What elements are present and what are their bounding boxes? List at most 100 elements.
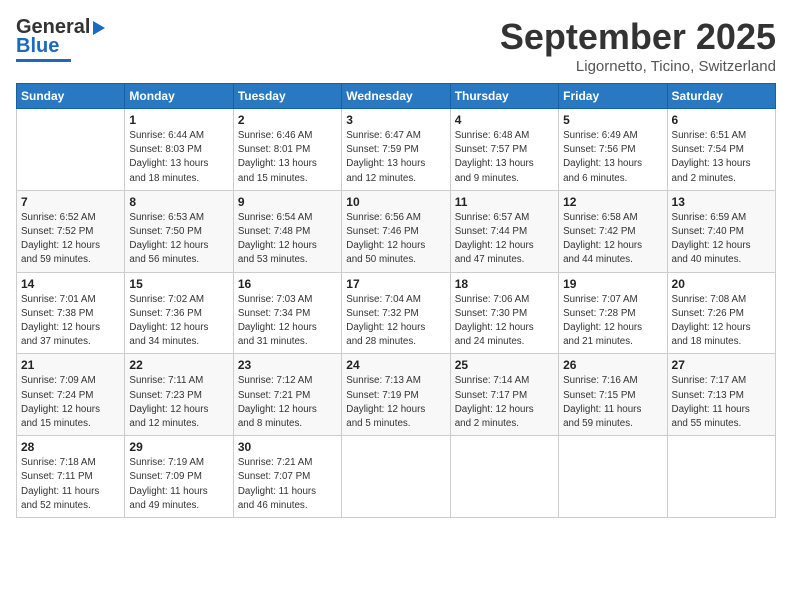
weekday-header-tuesday: Tuesday [233,84,341,109]
day-number: 27 [672,358,771,372]
calendar-cell: 18 Sunrise: 7:06 AM Sunset: 7:30 PM Dayli… [450,272,558,354]
weekday-header-monday: Monday [125,84,233,109]
day-info: Sunrise: 6:47 AM Sunset: 7:59 PM Dayligh… [346,129,445,186]
day-number: 6 [672,113,771,127]
calendar-cell [667,436,775,518]
calendar-cell: 7 Sunrise: 6:52 AM Sunset: 7:52 PM Daylig… [17,190,125,272]
day-number: 7 [21,195,120,209]
day-number: 23 [238,358,337,372]
day-number: 8 [129,195,228,209]
day-number: 21 [21,358,120,372]
day-info: Sunrise: 7:17 AM Sunset: 7:13 PM Dayligh… [672,374,771,431]
day-info: Sunrise: 6:58 AM Sunset: 7:42 PM Dayligh… [563,211,662,268]
day-info: Sunrise: 7:14 AM Sunset: 7:17 PM Dayligh… [455,374,554,431]
day-number: 30 [238,440,337,454]
title-block: September 2025 Ligornetto, Ticino, Switz… [500,16,776,75]
day-info: Sunrise: 7:13 AM Sunset: 7:19 PM Dayligh… [346,374,445,431]
day-info: Sunrise: 7:21 AM Sunset: 7:07 PM Dayligh… [238,456,337,513]
calendar-cell: 14Sunrise: 7:01 AM Sunset: 7:38 PM Dayli… [17,272,125,354]
day-info: Sunrise: 6:52 AM Sunset: 7:52 PM Dayligh… [21,211,120,268]
calendar-cell: 26Sunrise: 7:16 AM Sunset: 7:15 PM Dayli… [559,354,667,436]
calendar-cell: 21 Sunrise: 7:09 AM Sunset: 7:24 PM Dayli… [17,354,125,436]
day-number: 18 [455,277,554,291]
day-info: Sunrise: 7:18 AM Sunset: 7:11 PM Dayligh… [21,456,120,513]
calendar-cell: 5 Sunrise: 6:49 AM Sunset: 7:56 PM Daylig… [559,109,667,191]
calendar-cell: 28 Sunrise: 7:18 AM Sunset: 7:11 PM Dayli… [17,436,125,518]
day-info: Sunrise: 6:57 AM Sunset: 7:44 PM Dayligh… [455,211,554,268]
calendar-cell: 30 Sunrise: 7:21 AM Sunset: 7:07 PM Dayli… [233,436,341,518]
day-info: Sunrise: 7:16 AM Sunset: 7:15 PM Dayligh… [563,374,662,431]
day-info: Sunrise: 7:04 AM Sunset: 7:32 PM Dayligh… [346,293,445,350]
logo-arrow-icon [93,21,105,35]
day-number: 5 [563,113,662,127]
calendar-cell [559,436,667,518]
calendar-cell: 1 Sunrise: 6:44 AM Sunset: 8:03 PM Daylig… [125,109,233,191]
day-info: Sunrise: 6:46 AM Sunset: 8:01 PM Dayligh… [238,129,337,186]
calendar-cell: 22 Sunrise: 7:11 AM Sunset: 7:23 PM Dayli… [125,354,233,436]
calendar-cell: 25Sunrise: 7:14 AM Sunset: 7:17 PM Dayli… [450,354,558,436]
day-info: Sunrise: 6:48 AM Sunset: 7:57 PM Dayligh… [455,129,554,186]
calendar-cell: 19 Sunrise: 7:07 AM Sunset: 7:28 PM Dayli… [559,272,667,354]
calendar-cell: 3 Sunrise: 6:47 AM Sunset: 7:59 PM Daylig… [342,109,450,191]
calendar-cell: 29 Sunrise: 7:19 AM Sunset: 7:09 PM Dayli… [125,436,233,518]
day-info: Sunrise: 7:08 AM Sunset: 7:26 PM Dayligh… [672,293,771,350]
day-number: 28 [21,440,120,454]
calendar-cell: 20 Sunrise: 7:08 AM Sunset: 7:26 PM Dayli… [667,272,775,354]
day-info: Sunrise: 7:12 AM Sunset: 7:21 PM Dayligh… [238,374,337,431]
logo-blue-text: Blue [16,35,59,58]
logo: General Blue [16,16,105,62]
logo-underline [16,59,71,62]
day-info: Sunrise: 7:03 AM Sunset: 7:34 PM Dayligh… [238,293,337,350]
day-info: Sunrise: 6:59 AM Sunset: 7:40 PM Dayligh… [672,211,771,268]
day-number: 19 [563,277,662,291]
day-number: 20 [672,277,771,291]
calendar-cell: 11 Sunrise: 6:57 AM Sunset: 7:44 PM Dayli… [450,190,558,272]
day-info: Sunrise: 6:51 AM Sunset: 7:54 PM Dayligh… [672,129,771,186]
day-number: 2 [238,113,337,127]
page-header: General Blue September 2025 Ligornetto, … [16,16,776,75]
day-number: 29 [129,440,228,454]
calendar-cell: 13 Sunrise: 6:59 AM Sunset: 7:40 PM Dayli… [667,190,775,272]
calendar-cell [450,436,558,518]
day-info: Sunrise: 6:56 AM Sunset: 7:46 PM Dayligh… [346,211,445,268]
weekday-header-sunday: Sunday [17,84,125,109]
calendar-cell: 8 Sunrise: 6:53 AM Sunset: 7:50 PM Daylig… [125,190,233,272]
weekday-header-wednesday: Wednesday [342,84,450,109]
location-title: Ligornetto, Ticino, Switzerland [500,58,776,75]
day-number: 10 [346,195,445,209]
calendar-cell: 6 Sunrise: 6:51 AM Sunset: 7:54 PM Daylig… [667,109,775,191]
day-info: Sunrise: 6:54 AM Sunset: 7:48 PM Dayligh… [238,211,337,268]
day-number: 1 [129,113,228,127]
day-info: Sunrise: 7:09 AM Sunset: 7:24 PM Dayligh… [21,374,120,431]
day-number: 24 [346,358,445,372]
day-number: 17 [346,277,445,291]
calendar-cell: 17 Sunrise: 7:04 AM Sunset: 7:32 PM Dayli… [342,272,450,354]
day-info: Sunrise: 6:53 AM Sunset: 7:50 PM Dayligh… [129,211,228,268]
calendar-cell: 24 Sunrise: 7:13 AM Sunset: 7:19 PM Dayli… [342,354,450,436]
day-number: 22 [129,358,228,372]
day-info: Sunrise: 7:11 AM Sunset: 7:23 PM Dayligh… [129,374,228,431]
calendar-cell: 2 Sunrise: 6:46 AM Sunset: 8:01 PM Daylig… [233,109,341,191]
calendar-cell [17,109,125,191]
weekday-header-thursday: Thursday [450,84,558,109]
day-info: Sunrise: 6:44 AM Sunset: 8:03 PM Dayligh… [129,129,228,186]
calendar-cell: 16 Sunrise: 7:03 AM Sunset: 7:34 PM Dayli… [233,272,341,354]
day-number: 11 [455,195,554,209]
calendar-cell: 10 Sunrise: 6:56 AM Sunset: 7:46 PM Dayli… [342,190,450,272]
day-number: 16 [238,277,337,291]
day-number: 15 [129,277,228,291]
day-number: 14 [21,277,120,291]
day-info: Sunrise: 7:19 AM Sunset: 7:09 PM Dayligh… [129,456,228,513]
month-title: September 2025 [500,16,776,58]
calendar-cell [342,436,450,518]
day-number: 12 [563,195,662,209]
day-info: Sunrise: 6:49 AM Sunset: 7:56 PM Dayligh… [563,129,662,186]
calendar-cell: 4 Sunrise: 6:48 AM Sunset: 7:57 PM Daylig… [450,109,558,191]
day-info: Sunrise: 7:06 AM Sunset: 7:30 PM Dayligh… [455,293,554,350]
day-number: 4 [455,113,554,127]
day-number: 13 [672,195,771,209]
day-info: Sunrise: 7:07 AM Sunset: 7:28 PM Dayligh… [563,293,662,350]
calendar-cell: 27 Sunrise: 7:17 AM Sunset: 7:13 PM Dayli… [667,354,775,436]
weekday-header-friday: Friday [559,84,667,109]
day-number: 3 [346,113,445,127]
